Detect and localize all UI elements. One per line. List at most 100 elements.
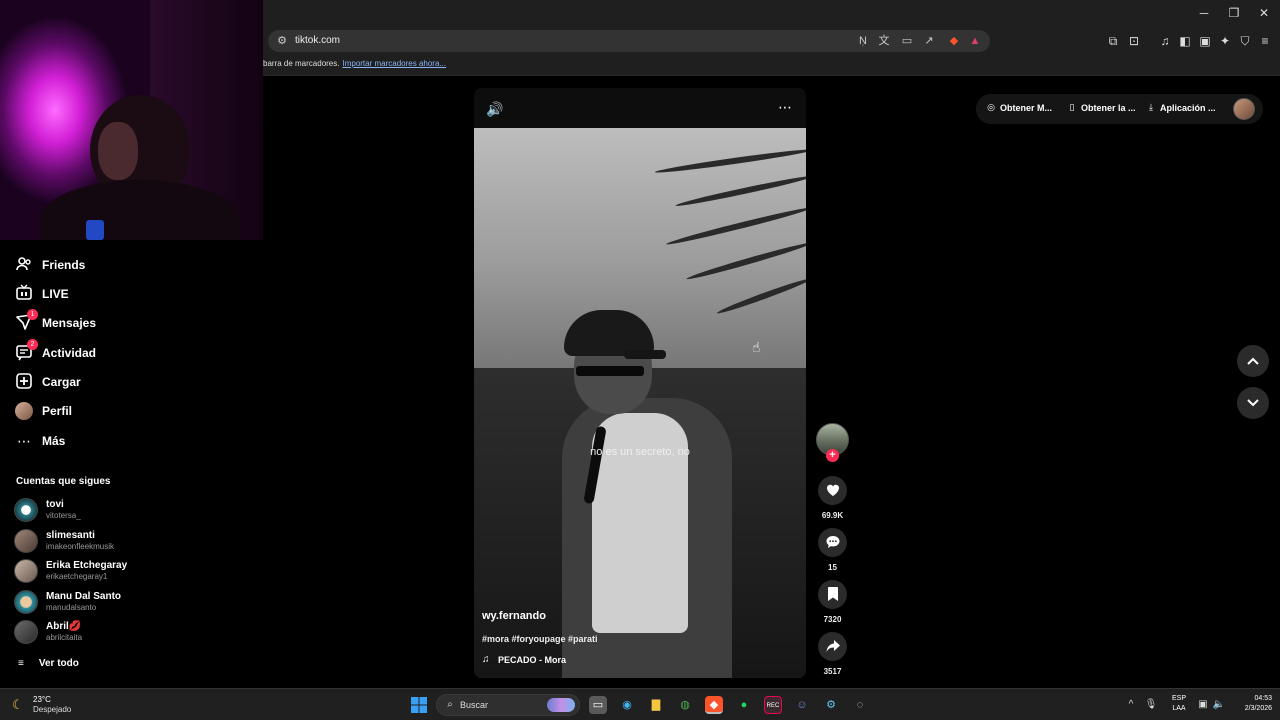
- desktop-app-button[interactable]: ⤓ Aplicación ...: [1146, 102, 1216, 113]
- following-name: Erika Etchegaray: [46, 560, 128, 571]
- get-coins-label: Obtener M...: [1000, 102, 1053, 113]
- sidebar-label-more: Más: [42, 434, 66, 448]
- chrome-icon[interactable]: ◍: [676, 696, 694, 714]
- network-icon[interactable]: ▣: [1196, 698, 1210, 712]
- follow-plus-icon[interactable]: +: [826, 449, 839, 462]
- sidebar-item-activity[interactable]: 2 Actividad: [14, 339, 96, 364]
- screenshot-icon[interactable]: ⊡: [1125, 32, 1143, 50]
- following-item[interactable]: Abril💋 abrilcitaita: [14, 618, 82, 646]
- following-username: erikaetchegaray1: [46, 572, 108, 581]
- sidebar-item-profile[interactable]: Perfil: [14, 400, 72, 422]
- sidebar-item-live[interactable]: LIVE: [14, 283, 69, 305]
- leo-icon[interactable]: ✦: [1216, 32, 1234, 50]
- taskbar-search[interactable]: ⌕ Buscar: [436, 694, 580, 716]
- volume-tray-icon[interactable]: 🔈: [1212, 698, 1226, 712]
- next-video-button[interactable]: [1237, 387, 1269, 419]
- language-code: ESP: [1171, 695, 1186, 702]
- cast-icon[interactable]: ▭: [899, 34, 915, 48]
- task-view-icon[interactable]: ▭: [589, 696, 607, 714]
- media-icon[interactable]: ♫: [1156, 32, 1174, 50]
- bookmark-icon: [827, 587, 838, 601]
- microphone-icon[interactable]: 🎙: [1144, 698, 1158, 712]
- sidebar-label-live: LIVE: [42, 287, 69, 301]
- save-button[interactable]: [818, 580, 847, 609]
- following-username: vitotersa_: [46, 511, 81, 520]
- weather-description[interactable]: Despejado: [33, 705, 71, 714]
- reader-icon[interactable]: Ṇ: [855, 34, 871, 48]
- like-button[interactable]: [818, 476, 847, 505]
- chevron-up-icon: [1247, 357, 1259, 365]
- sidebar-label-messages: Mensajes: [42, 316, 97, 330]
- following-item[interactable]: Erika Etchegaray erikaetchegaray1: [14, 557, 127, 585]
- brave-shields-icon[interactable]: ◆: [946, 34, 962, 48]
- get-app-button[interactable]: ▯ Obtener la ...: [1067, 102, 1136, 113]
- windows-start-icon[interactable]: [410, 696, 428, 714]
- moon-icon[interactable]: ☾: [12, 697, 28, 713]
- profile-avatar: [14, 401, 34, 421]
- following-name: tovi: [46, 499, 64, 510]
- brave-rewards-icon[interactable]: ▲: [967, 34, 983, 48]
- site-settings-icon[interactable]: ⚙: [274, 34, 290, 48]
- discord-icon[interactable]: ☺: [793, 696, 811, 714]
- restore-icon[interactable]: ❐: [1220, 4, 1248, 22]
- comment-button[interactable]: [818, 528, 847, 557]
- translate-icon[interactable]: 文: [876, 34, 892, 48]
- music-note-icon: ♫: [482, 654, 490, 665]
- sidebar-item-upload[interactable]: Cargar: [14, 371, 81, 393]
- obs-icon[interactable]: REC: [764, 696, 782, 714]
- get-coins-button[interactable]: ◎ Obtener M...: [986, 102, 1052, 113]
- search-placeholder: Buscar: [460, 700, 489, 710]
- previous-video-button[interactable]: [1237, 345, 1269, 377]
- following-item[interactable]: tovi vitotersa_: [14, 496, 81, 524]
- more-icon: ⋯: [17, 433, 31, 449]
- clock[interactable]: 04:53 2/3/2026: [1228, 694, 1272, 714]
- mouse-cursor-icon: ☝: [752, 339, 761, 355]
- sidebar-icon[interactable]: ◧: [1176, 32, 1194, 50]
- desktop-app-label: Aplicación ...: [1160, 102, 1216, 113]
- vpn-icon[interactable]: ⛉: [1236, 32, 1254, 50]
- minimize-icon[interactable]: ─: [1190, 4, 1218, 22]
- epic-games-icon[interactable]: ◌: [851, 696, 869, 714]
- sidebar-item-messages[interactable]: 1 Mensajes: [14, 309, 97, 334]
- webcam-person-face: [98, 122, 138, 180]
- see-all-label: Ver todo: [38, 657, 79, 669]
- following-item[interactable]: Manu Dal Santo manudalsanto: [14, 588, 121, 616]
- following-title: Cuentas que sigues: [16, 476, 111, 487]
- extensions-icon[interactable]: ⧉: [1104, 32, 1122, 50]
- list-icon: ≡: [18, 657, 24, 669]
- language-indicator[interactable]: ESP LAA: [1170, 694, 1188, 714]
- user-avatar[interactable]: [1233, 98, 1255, 120]
- more-options-icon[interactable]: ⋯: [776, 98, 794, 116]
- share-button[interactable]: [818, 632, 847, 661]
- steam-icon[interactable]: ⚙: [822, 696, 840, 714]
- sidebar-item-more[interactable]: ⋯ Más: [14, 430, 65, 452]
- avatar: [14, 498, 38, 522]
- file-explorer-icon[interactable]: ▇: [647, 696, 665, 714]
- chevron-up-tray-icon[interactable]: ^: [1124, 698, 1138, 712]
- wallet-icon[interactable]: ▣: [1196, 32, 1214, 50]
- video-player[interactable]: 🔊 ⋯ no es un secreto, no wy.fernando #mo…: [474, 88, 806, 678]
- heart-icon: [826, 484, 839, 496]
- menu-icon[interactable]: ≡: [1256, 32, 1274, 50]
- following-item[interactable]: slimesanti imakeonfleekmusik: [14, 527, 114, 555]
- see-all-button[interactable]: ≡ Ver todo: [18, 656, 79, 670]
- edge-icon[interactable]: ◉: [618, 696, 636, 714]
- friends-icon: [14, 255, 34, 275]
- video-author[interactable]: wy.fernando: [482, 610, 546, 622]
- brave-icon[interactable]: ◆: [705, 696, 723, 714]
- messages-badge: 1: [27, 309, 38, 320]
- sidebar-item-friends[interactable]: Friends: [14, 254, 85, 276]
- volume-icon[interactable]: 🔊: [486, 100, 504, 118]
- spotify-icon[interactable]: ●: [735, 696, 753, 714]
- import-bookmarks-link[interactable]: Importar marcadores ahora...: [342, 59, 446, 68]
- video-hashtags[interactable]: #mora #foryoupage #parati: [482, 634, 598, 644]
- webcam-overlay: [0, 0, 263, 240]
- share-icon[interactable]: ↗: [921, 34, 937, 48]
- video-music-label: PECADO - Mora: [498, 654, 567, 665]
- comment-count: 15: [828, 563, 837, 572]
- address-bar[interactable]: ⚙ tiktok.com Ṇ 文 ▭ ↗ ◆ ▲: [268, 30, 990, 52]
- video-music[interactable]: ♫ PECADO - Mora: [482, 654, 566, 665]
- weather-temperature[interactable]: 23°C: [33, 695, 51, 704]
- close-icon[interactable]: ✕: [1250, 4, 1278, 22]
- search-highlight-icon: [547, 698, 575, 712]
